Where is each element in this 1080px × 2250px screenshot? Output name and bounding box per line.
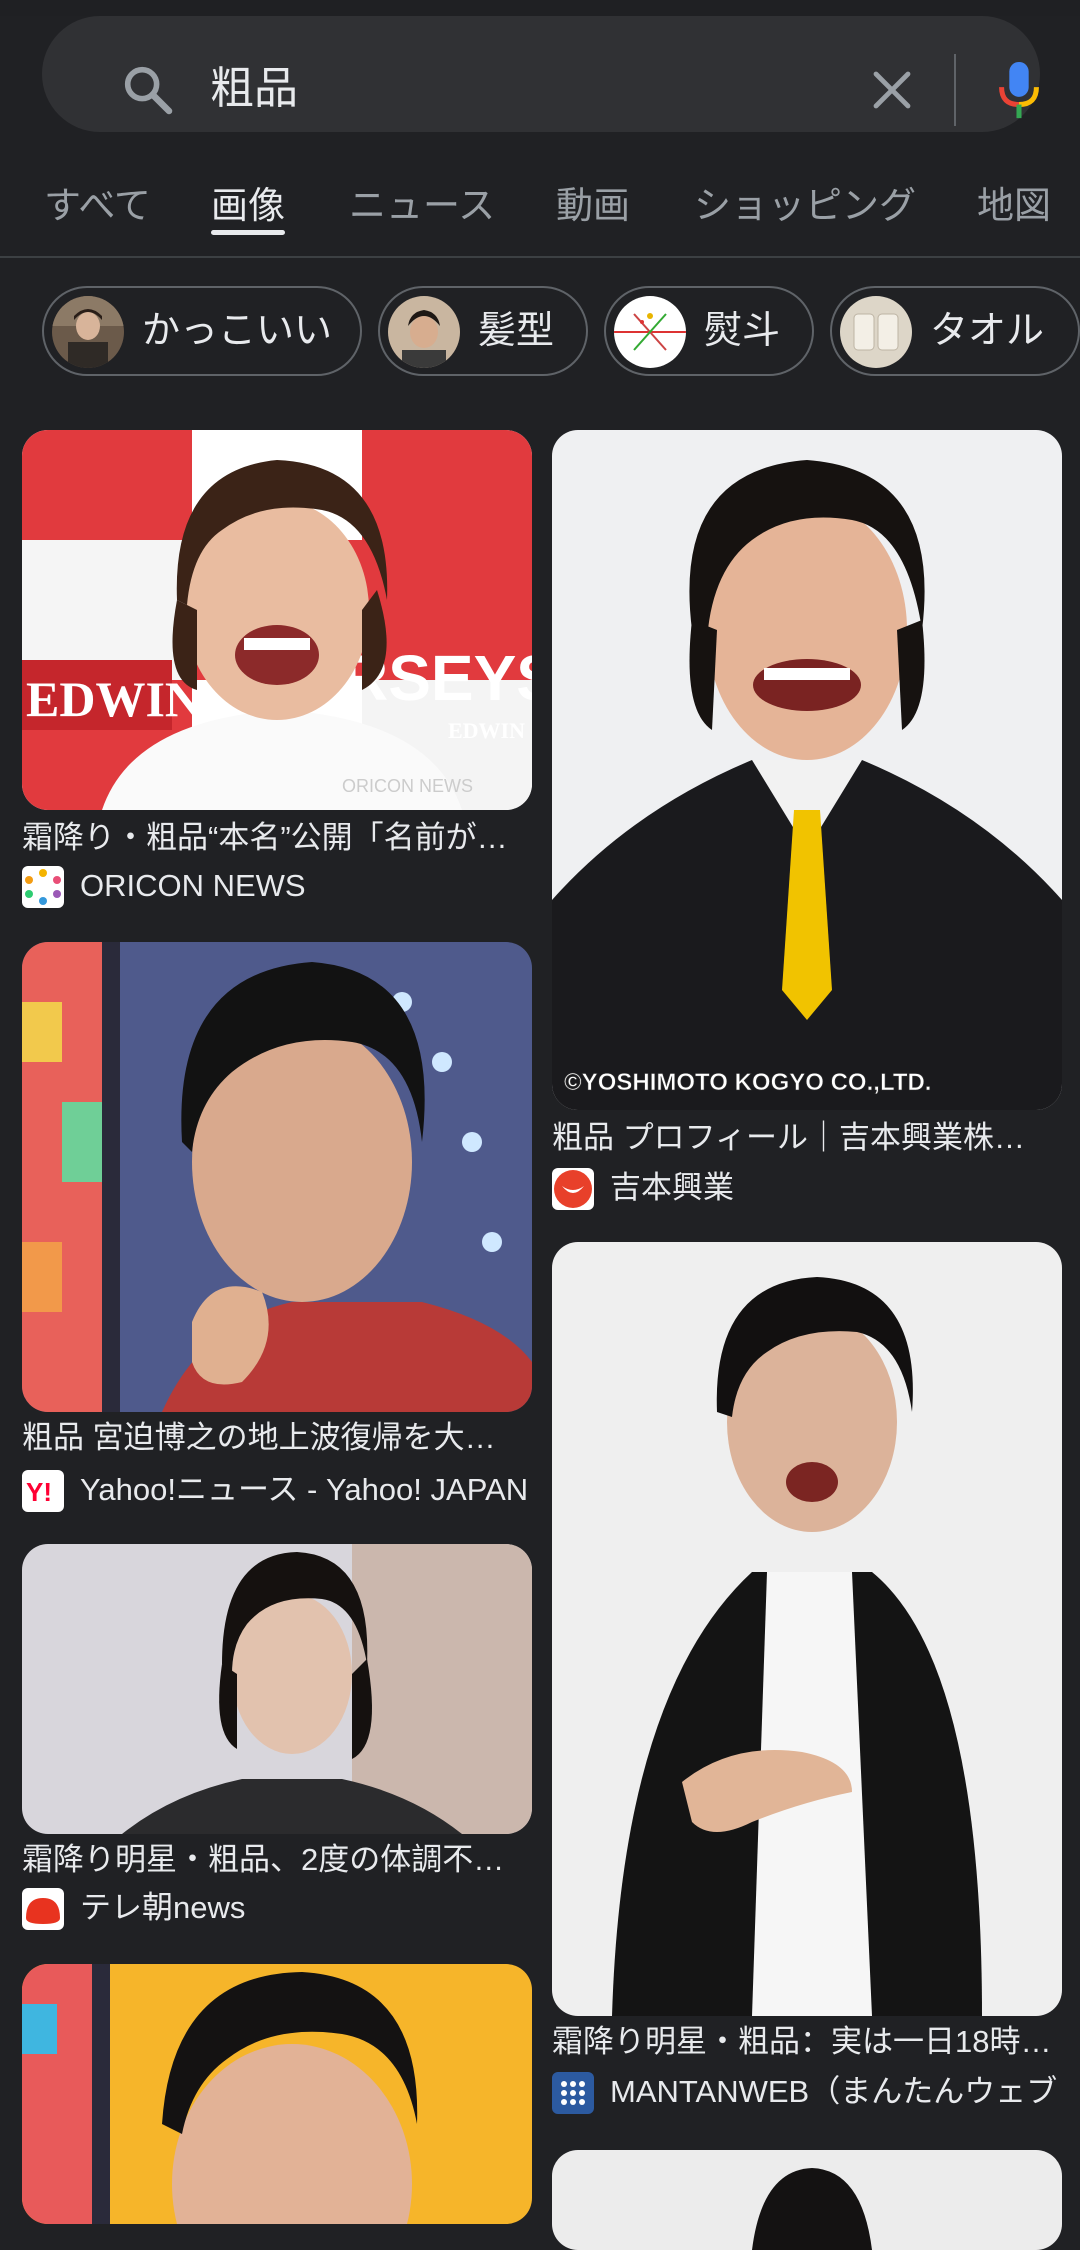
result-image-7[interactable] xyxy=(552,2150,1062,2250)
result-source-5[interactable]: MANTANWEB（まんたんウェブ xyxy=(552,2070,1062,2114)
search-input[interactable]: 粗品 xyxy=(210,56,298,122)
result-image-6[interactable] xyxy=(22,1964,532,2224)
result-image-1[interactable]: EDWIN RSEYS EDWIN ORICON NEWS xyxy=(22,430,532,810)
result-title-4[interactable]: 霜降り明星・粗品、2度の体調不… xyxy=(22,1840,532,1880)
result-image-2[interactable]: ©YOSHIMOTO KOGYO CO.,LTD. xyxy=(552,430,1062,1110)
active-tab-indicator xyxy=(211,230,285,235)
result-image-4[interactable] xyxy=(22,1544,532,1834)
image-watermark: ORICON NEWS xyxy=(342,776,473,796)
tab-maps[interactable]: 地図 xyxy=(977,176,1051,236)
microphone-icon[interactable] xyxy=(997,60,1041,122)
chip-label: かっこいい xyxy=(142,310,333,352)
result-image-5[interactable] xyxy=(552,1242,1062,2016)
chip-label: タオル xyxy=(930,310,1045,352)
yoshimoto-favicon-icon xyxy=(552,1168,594,1210)
search-bar[interactable]: 粗品 xyxy=(42,16,1040,132)
source-name: テレ朝news xyxy=(80,1890,246,1925)
result-title-2[interactable]: 粗品 プロフィール｜吉本興業株… xyxy=(552,1118,1062,1158)
chip-hairstyle[interactable]: 髪型 xyxy=(378,286,588,376)
tvasahi-favicon-icon xyxy=(22,1888,64,1930)
tab-videos[interactable]: 動画 xyxy=(556,176,630,236)
image-text-edwin: EDWIN xyxy=(26,671,201,727)
image-watermark: ©YOSHIMOTO KOGYO CO.,LTD. xyxy=(564,1069,931,1096)
source-name: 吉本興業 xyxy=(610,1170,734,1205)
result-image-3[interactable] xyxy=(22,942,532,1412)
result-source-2[interactable]: 吉本興業 xyxy=(552,1166,1062,1210)
result-source-1[interactable]: ORICON NEWS xyxy=(22,864,532,908)
tab-images[interactable]: 画像 xyxy=(211,176,285,236)
search-divider xyxy=(954,54,956,126)
chip-thumbnail xyxy=(840,296,912,368)
chip-thumbnail xyxy=(52,296,124,368)
source-name: Yahoo!ニュース - Yahoo! JAPAN xyxy=(80,1472,529,1507)
source-name: ORICON NEWS xyxy=(80,868,306,903)
result-title-3[interactable]: 粗品 宮迫博之の地上波復帰を大… xyxy=(22,1418,532,1458)
oricon-favicon-icon xyxy=(22,866,64,908)
status-area xyxy=(0,0,1080,16)
chip-thumbnail xyxy=(388,296,460,368)
yahoo-favicon-icon: Y! xyxy=(22,1470,64,1512)
mantanweb-favicon-icon xyxy=(552,2072,594,2114)
tab-shopping[interactable]: ショッピング xyxy=(694,176,916,236)
result-title-5[interactable]: 霜降り明星・粗品：実は一日18時… xyxy=(552,2022,1062,2062)
chip-label: 熨斗 xyxy=(704,310,781,352)
svg-text:Y!: Y! xyxy=(26,1477,52,1507)
chip-noshi[interactable]: 熨斗 xyxy=(604,286,814,376)
search-tabs: すべて 画像 ニュース 動画 ショッピング 地図 xyxy=(0,176,1080,256)
chip-kakkoii[interactable]: かっこいい xyxy=(42,286,362,376)
chip-label: 髪型 xyxy=(478,310,555,352)
result-title-1[interactable]: 霜降り・粗品“本名”公開「名前が… xyxy=(22,818,532,858)
tab-all[interactable]: すべて xyxy=(44,176,151,236)
search-icon[interactable] xyxy=(120,62,176,118)
tab-news[interactable]: ニュース xyxy=(349,176,495,236)
source-name: MANTANWEB（まんたんウェブ xyxy=(610,2074,1058,2109)
chip-thumbnail xyxy=(614,296,686,368)
chip-towel[interactable]: タオル xyxy=(830,286,1080,376)
clear-icon[interactable] xyxy=(868,66,916,114)
tabs-divider xyxy=(0,256,1080,258)
image-text-edwin-small: EDWIN xyxy=(448,718,525,743)
result-source-4[interactable]: テレ朝news xyxy=(22,1886,532,1930)
result-source-3[interactable]: Y! Yahoo!ニュース - Yahoo! JAPAN xyxy=(22,1468,532,1512)
